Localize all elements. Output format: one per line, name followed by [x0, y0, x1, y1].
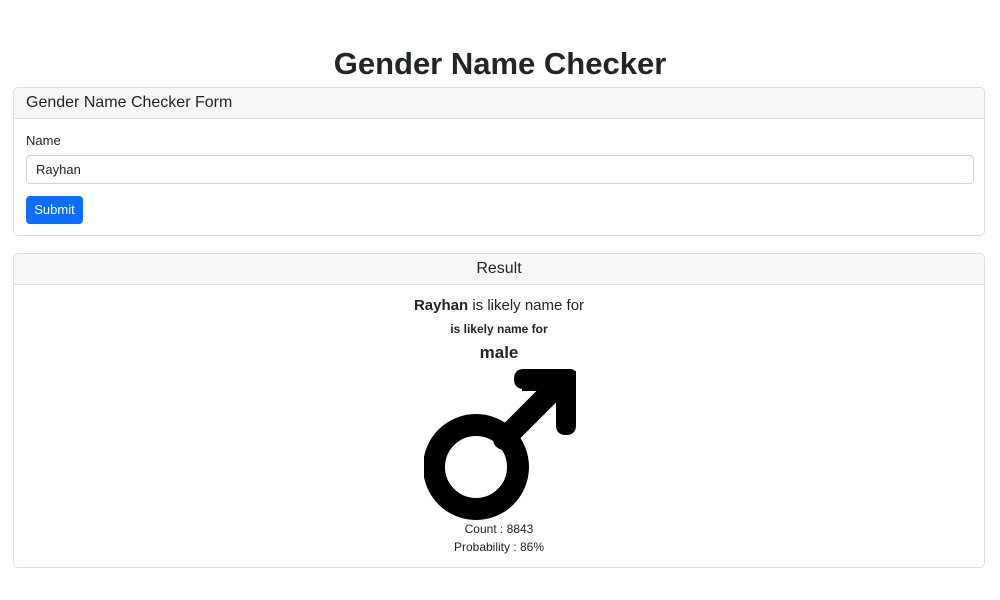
page-title: Gender Name Checker — [333, 46, 667, 81]
result-card: Result Rayhan is likely name for is like… — [13, 253, 985, 568]
result-subphrase: is likely name for — [450, 322, 548, 336]
result-name: Rayhan — [413, 297, 469, 314]
male-symbol-icon — [424, 369, 576, 520]
app-container: Gender Name Checker Gender Name Checker … — [0, 0, 1000, 600]
result-card-header: Result — [14, 254, 984, 285]
submit-button[interactable]: Submit — [26, 196, 83, 224]
name-label: Name — [26, 133, 61, 148]
result-phrase: is likely name for — [468, 297, 585, 314]
count-text: Count : 8843 — [464, 522, 534, 536]
form-card-header: Gender Name Checker Form — [14, 88, 984, 119]
name-input[interactable] — [26, 155, 974, 184]
probability-text: Probability : 86% — [453, 540, 545, 554]
result-body: Rayhan is likely name for is likely name… — [14, 285, 984, 569]
result-sentence: Rayhan is likely name for — [14, 297, 984, 314]
result-gender: male — [479, 343, 519, 362]
form-card: Gender Name Checker Form Name Submit — [13, 87, 985, 236]
